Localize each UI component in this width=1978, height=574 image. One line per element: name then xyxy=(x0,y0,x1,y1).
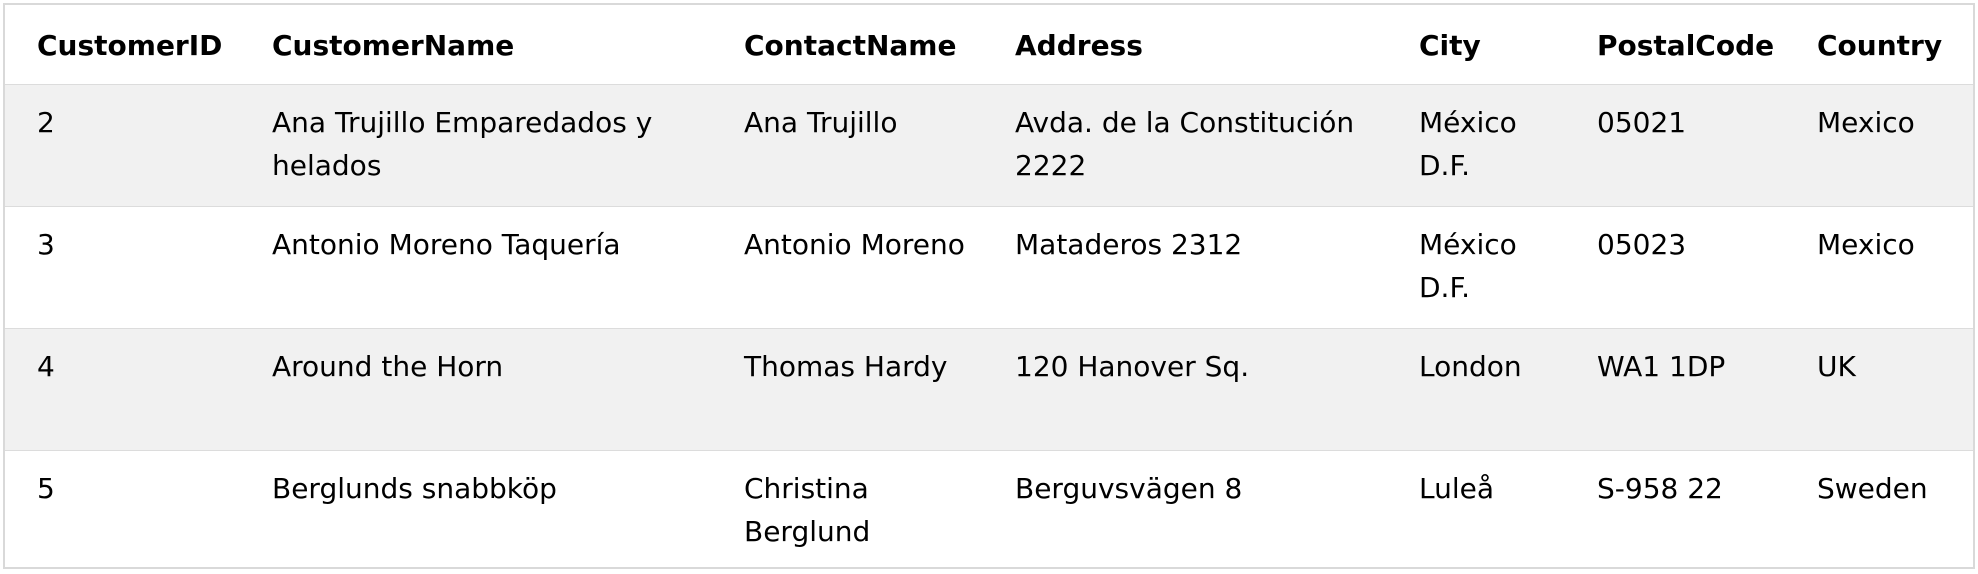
table-header-row: CustomerID CustomerName ContactName Addr… xyxy=(5,5,1973,85)
cell-contact-name: Thomas Hardy xyxy=(744,350,948,383)
cell-city: Luleå xyxy=(1419,472,1495,505)
cell-customer-id: 5 xyxy=(37,472,55,505)
header-address: Address xyxy=(1015,29,1143,62)
table-row: 4 Around the Horn Thomas Hardy 120 Hanov… xyxy=(5,328,1973,451)
cell-contact-name: Ana Trujillo xyxy=(744,106,898,139)
header-postal-code: PostalCode xyxy=(1597,29,1775,62)
cell-postal-code: 05021 xyxy=(1597,106,1687,139)
cell-address: Avda. de la Constitución 2222 xyxy=(1015,106,1355,182)
cell-postal-code: 05023 xyxy=(1597,228,1687,261)
customers-table: CustomerID CustomerName ContactName Addr… xyxy=(5,5,1973,568)
cell-country: Mexico xyxy=(1817,228,1915,261)
header-customer-name: CustomerName xyxy=(272,29,515,62)
header-city: City xyxy=(1419,29,1481,62)
table-row: 5 Berglunds snabbköp Christina Berglund … xyxy=(5,451,1973,568)
cell-customer-id: 4 xyxy=(37,350,55,383)
cell-contact-name: Antonio Moreno xyxy=(744,228,965,261)
cell-city: México D.F. xyxy=(1419,228,1517,304)
cell-customer-id: 2 xyxy=(37,106,55,139)
cell-country: Sweden xyxy=(1817,472,1928,505)
cell-contact-name: Christina Berglund xyxy=(744,472,871,548)
header-contact-name: ContactName xyxy=(744,29,957,62)
cell-address: Mataderos 2312 xyxy=(1015,228,1243,261)
cell-country: Mexico xyxy=(1817,106,1915,139)
cell-customer-id: 3 xyxy=(37,228,55,261)
cell-postal-code: S-958 22 xyxy=(1597,472,1723,505)
cell-postal-code: WA1 1DP xyxy=(1597,350,1726,383)
cell-customer-name: Around the Horn xyxy=(272,350,504,383)
cell-city: México D.F. xyxy=(1419,106,1517,182)
customers-table-container: CustomerID CustomerName ContactName Addr… xyxy=(3,3,1975,569)
cell-address: 120 Hanover Sq. xyxy=(1015,350,1250,383)
cell-customer-name: Ana Trujillo Emparedados y helados xyxy=(272,106,653,182)
cell-country: UK xyxy=(1817,350,1856,383)
cell-address: Berguvsvägen 8 xyxy=(1015,472,1243,505)
table-row: 2 Ana Trujillo Emparedados y helados Ana… xyxy=(5,84,1973,207)
cell-customer-name: Antonio Moreno Taquería xyxy=(272,228,621,261)
header-country: Country xyxy=(1817,29,1943,62)
table-row: 3 Antonio Moreno Taquería Antonio Moreno… xyxy=(5,207,1973,329)
header-customer-id: CustomerID xyxy=(37,29,223,62)
cell-city: London xyxy=(1419,350,1522,383)
cell-customer-name: Berglunds snabbköp xyxy=(272,472,557,505)
